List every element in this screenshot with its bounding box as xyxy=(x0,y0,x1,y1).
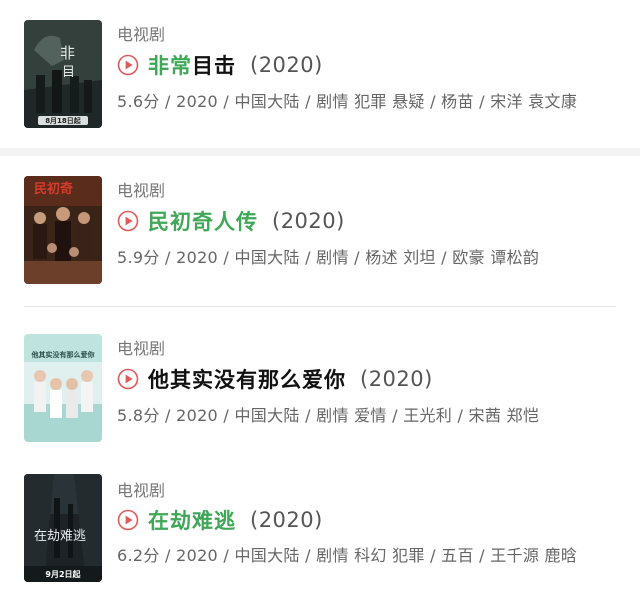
item-title: 他其实没有那么爱你 xyxy=(148,364,346,394)
poster-caption: 9月2日起 xyxy=(45,570,81,579)
title-highlight: 在劫难逃 xyxy=(148,509,236,533)
divider xyxy=(0,148,640,156)
category-label: 电视剧 xyxy=(117,181,166,200)
title-link[interactable]: 他其实没有那么爱你 (2020) xyxy=(117,364,433,394)
play-icon xyxy=(117,210,139,232)
item-meta: 5.6分 / 2020 / 中国大陆 / 剧情 犯罪 悬疑 / 杨苗 / 宋洋 … xyxy=(117,92,578,111)
divider xyxy=(24,306,616,307)
poster-image[interactable]: 民初奇 xyxy=(24,176,102,284)
poster-art: 非 目 xyxy=(24,20,102,128)
poster-image[interactable]: 在劫难逃 9月2日起 xyxy=(24,474,102,582)
year-label: (2020) xyxy=(272,209,345,233)
poster-image[interactable]: 他其实没有那么爱你 xyxy=(24,334,102,442)
svg-text:民初奇: 民初奇 xyxy=(34,181,73,197)
svg-text:非: 非 xyxy=(60,44,75,62)
list-item[interactable]: 非 目 8月18日起 电视剧 非常目击 (2020) 5.6分 / 2020 /… xyxy=(0,0,640,150)
item-title: 民初奇人传 xyxy=(148,206,258,236)
category-label: 电视剧 xyxy=(117,481,166,500)
poster-caption: 他其实没有那么爱你 xyxy=(31,351,95,359)
title-highlight: 非常 xyxy=(148,54,192,78)
title-link[interactable]: 在劫难逃 (2020) xyxy=(117,505,323,535)
play-icon xyxy=(117,368,139,390)
play-icon xyxy=(117,509,139,531)
title-link[interactable]: 非常目击 (2020) xyxy=(117,50,323,80)
title-rest: 他其实没有那么爱你 xyxy=(148,368,346,392)
poster-caption: 8月18日起 xyxy=(45,117,81,125)
title-highlight: 民初奇人传 xyxy=(148,210,258,234)
year-label: (2020) xyxy=(360,367,433,391)
svg-text:在劫难逃: 在劫难逃 xyxy=(34,529,86,544)
item-meta: 5.8分 / 2020 / 中国大陆 / 剧情 爱情 / 王光利 / 宋茜 郑恺 xyxy=(117,406,540,425)
poster-art: 民初奇 xyxy=(24,176,102,284)
poster-image[interactable]: 非 目 8月18日起 xyxy=(24,20,102,128)
item-title: 非常目击 xyxy=(148,50,236,80)
list-item[interactable]: 在劫难逃 9月2日起 电视剧 在劫难逃 (2020) 6.2分 / 2020 /… xyxy=(0,456,640,604)
category-label: 电视剧 xyxy=(117,339,166,358)
play-icon xyxy=(117,54,139,76)
title-link[interactable]: 民初奇人传 (2020) xyxy=(117,206,345,236)
list-item[interactable]: 民初奇 电视剧 民初奇人传 (2020) 5.9分 / 2020 / 中国大陆 … xyxy=(0,156,640,306)
item-meta: 6.2分 / 2020 / 中国大陆 / 剧情 科幻 犯罪 / 五百 / 王千源… xyxy=(117,546,578,565)
item-meta: 5.9分 / 2020 / 中国大陆 / 剧情 / 杨述 刘坦 / 欧豪 谭松韵 xyxy=(117,248,540,267)
year-label: (2020) xyxy=(250,53,323,77)
svg-text:目: 目 xyxy=(62,65,75,80)
poster-art: 在劫难逃 xyxy=(24,474,102,582)
item-title: 在劫难逃 xyxy=(148,505,236,535)
title-rest: 目击 xyxy=(192,54,236,78)
list-item[interactable]: 他其实没有那么爱你 电视剧 他其实没有那么爱你 (2020) 5.8分 / 20… xyxy=(0,314,640,464)
year-label: (2020) xyxy=(250,508,323,532)
category-label: 电视剧 xyxy=(117,25,166,44)
search-results-list: 非 目 8月18日起 电视剧 非常目击 (2020) 5.6分 / 2020 /… xyxy=(0,0,640,604)
